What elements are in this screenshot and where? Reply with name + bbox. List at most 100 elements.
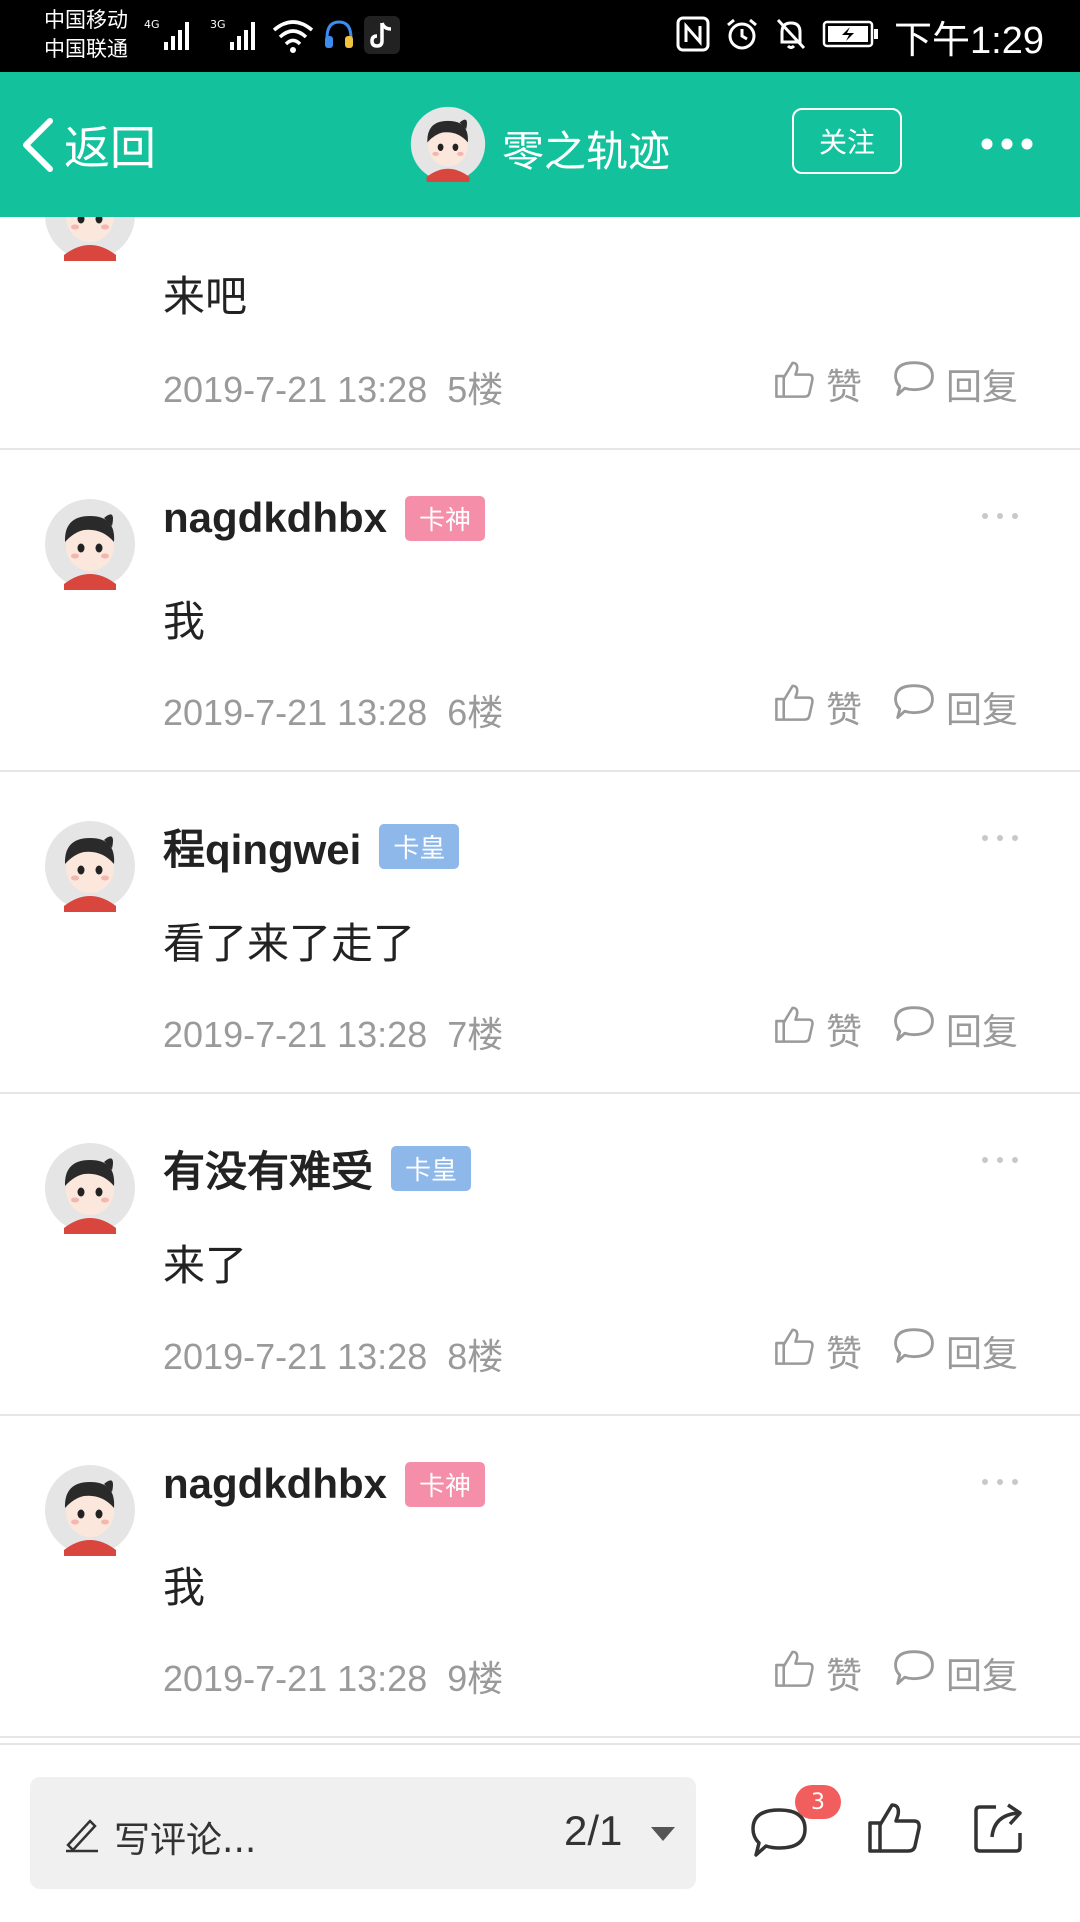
comment-item: 程qingwei 卡皇 看了来了走了 2019-7-21 13:28 7楼 赞 … <box>0 772 1080 1094</box>
comment-input[interactable]: 写评论... 2/1 <box>30 1777 696 1889</box>
caret-down-icon[interactable] <box>648 1823 678 1845</box>
svg-text:3G: 3G <box>210 18 226 31</box>
user-badge: 卡神 <box>405 495 486 541</box>
share-icon <box>974 1803 1022 1853</box>
reply-button[interactable]: 回复 <box>892 681 1018 733</box>
like-post-button[interactable] <box>864 1797 924 1861</box>
like-button[interactable]: 赞 <box>772 1646 862 1699</box>
user-avatar[interactable] <box>44 498 136 590</box>
comment-actions: 赞 回复 <box>772 1646 1018 1699</box>
name-row: 程qingwei 卡皇 <box>163 816 460 877</box>
comment-meta: 2019-7-21 13:28 5楼 <box>163 361 503 413</box>
reply-bubble-icon <box>892 1004 936 1053</box>
reply-label: 回复 <box>946 1655 1019 1697</box>
svg-text:4G: 4G <box>144 18 160 31</box>
user-name[interactable]: nagdkdhbx <box>163 494 387 542</box>
comment-floor: 5楼 <box>447 369 504 410</box>
user-name[interactable]: nagdkdhbx <box>163 1460 387 1508</box>
comment-options-button[interactable] <box>980 828 1020 847</box>
comment-time: 2019-7-21 13:28 <box>163 369 428 410</box>
reply-bubble-icon <box>892 359 936 408</box>
comment-item: nagdkdhbx 卡神 我 2019-7-21 13:28 6楼 赞 回复 <box>0 450 1080 772</box>
comment-placeholder: 写评论... <box>114 1820 257 1861</box>
comment-actions: 赞 回复 <box>772 357 1018 410</box>
comment-time: 2019-7-21 13:28 <box>163 1336 428 1377</box>
thumbs-up-icon <box>772 1646 816 1699</box>
user-name[interactable]: 有没有难受 <box>163 1138 373 1199</box>
comment-content: 我 <box>163 1563 206 1612</box>
like-button[interactable]: 赞 <box>772 1324 862 1377</box>
reply-bubble-icon <box>892 1648 936 1697</box>
comment-floor: 7楼 <box>447 1014 504 1055</box>
wifi-icon <box>272 18 314 58</box>
like-button[interactable]: 赞 <box>772 1002 862 1055</box>
alarm-icon <box>724 16 760 56</box>
user-badge: 卡皇 <box>379 824 460 869</box>
comment-content: 来吧 <box>163 272 248 321</box>
like-label: 赞 <box>826 689 863 731</box>
user-avatar[interactable] <box>44 217 136 261</box>
follow-button[interactable]: 关注 <box>792 108 902 174</box>
comment-count-badge: 3 <box>795 1785 841 1819</box>
comment-options-button[interactable] <box>980 1472 1020 1491</box>
reply-button[interactable]: 回复 <box>892 1325 1018 1377</box>
like-button[interactable]: 赞 <box>772 680 862 733</box>
comment-actions: 赞 回复 <box>772 680 1018 733</box>
comment-options-button[interactable] <box>980 1150 1020 1169</box>
thumbs-up-icon <box>772 1324 816 1377</box>
pencil-icon <box>66 1819 98 1853</box>
comment-item: 来吧 2019-7-21 13:28 5楼 赞 回复 <box>0 217 1080 450</box>
comment-meta: 2019-7-21 13:28 7楼 <box>163 1006 503 1058</box>
divider <box>0 1736 1080 1738</box>
thumbs-up-icon <box>772 680 816 733</box>
comment-actions: 赞 回复 <box>772 1324 1018 1377</box>
clock: 下午1:29 <box>894 19 1044 62</box>
tiktok-app-icon <box>364 16 400 58</box>
reply-button[interactable]: 回复 <box>892 1647 1018 1699</box>
comment-content: 来了 <box>163 1241 248 1290</box>
back-button[interactable]: 返回 <box>18 112 156 178</box>
reply-button[interactable]: 回复 <box>892 1003 1018 1055</box>
comment-options-button[interactable] <box>980 506 1020 525</box>
top-nav-bar: 返回 零之轨迹 关注 <box>0 72 1080 217</box>
user-badge: 卡神 <box>405 1461 486 1507</box>
comment-floor: 6楼 <box>447 692 504 733</box>
signal-4g-icon: 4G <box>142 16 198 60</box>
bottom-bar: 写评论... 2/1 3 <box>0 1743 1080 1922</box>
carrier-1: 中国移动 <box>44 8 128 32</box>
thumbs-up-icon <box>772 1002 816 1055</box>
headset-app-icon <box>322 18 356 58</box>
user-avatar[interactable] <box>44 1142 136 1234</box>
more-options-button[interactable] <box>980 132 1034 160</box>
like-label: 赞 <box>826 1011 863 1053</box>
comment-time: 2019-7-21 13:28 <box>163 692 428 733</box>
carrier-info: 中国移动 中国联通 <box>44 6 128 64</box>
comment-meta: 2019-7-21 13:28 8楼 <box>163 1328 503 1380</box>
thumbs-up-icon <box>868 1803 921 1853</box>
like-label: 赞 <box>826 1333 863 1375</box>
mute-bell-icon <box>774 16 808 56</box>
status-right: 下午1:29 <box>676 0 1044 72</box>
user-avatar[interactable] <box>44 820 136 912</box>
comment-actions: 赞 回复 <box>772 1002 1018 1055</box>
reply-button[interactable]: 回复 <box>892 358 1018 410</box>
user-avatar[interactable] <box>44 1464 136 1556</box>
page-title: 零之轨迹 <box>502 127 671 176</box>
like-button[interactable]: 赞 <box>772 357 862 410</box>
name-row: nagdkdhbx 卡神 <box>163 1460 486 1508</box>
page-indicator[interactable]: 2/1 <box>564 1807 622 1855</box>
name-row: 有没有难受 卡皇 <box>163 1138 472 1199</box>
comment-meta: 2019-7-21 13:28 9楼 <box>163 1650 503 1702</box>
reply-label: 回复 <box>946 1011 1019 1053</box>
header-avatar[interactable] <box>410 106 486 182</box>
like-label: 赞 <box>826 1655 863 1697</box>
share-button[interactable] <box>970 1799 1030 1861</box>
status-bar: 中国移动 中国联通 4G 3G 下午1:29 <box>0 0 1080 72</box>
carrier-2: 中国联通 <box>44 37 128 61</box>
reply-label: 回复 <box>946 689 1019 731</box>
back-label: 返回 <box>64 121 156 175</box>
user-name[interactable]: 程qingwei <box>163 816 361 877</box>
reply-bubble-icon <box>892 1326 936 1375</box>
name-row: nagdkdhbx 卡神 <box>163 494 486 542</box>
comment-time: 2019-7-21 13:28 <box>163 1658 428 1699</box>
